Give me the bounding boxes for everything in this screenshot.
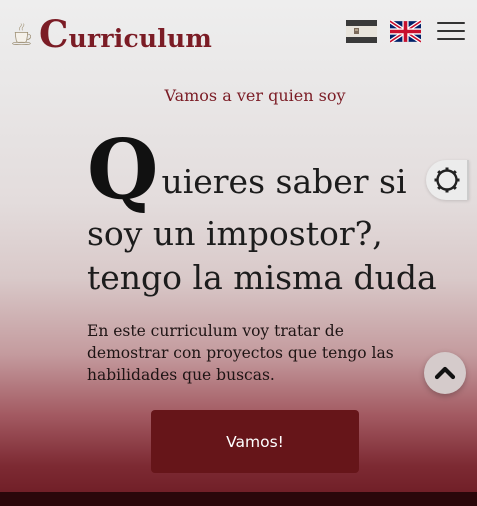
logo-initial: C [39, 12, 69, 56]
spanish-flag-icon[interactable] [346, 20, 377, 43]
hero-dropcap: Q [87, 122, 159, 218]
logo-text: Curriculum [39, 12, 212, 56]
hamburger-menu-icon[interactable] [437, 20, 465, 42]
footer-bar [0, 492, 477, 506]
vamos-button[interactable]: Vamos! [151, 410, 359, 473]
gear-icon [434, 167, 459, 193]
chevron-up-icon [434, 366, 456, 380]
logo-word: urriculum [68, 24, 212, 53]
site-header: Curriculum [0, 0, 477, 66]
hero-heading-line-2: soy un impostor?, [87, 214, 383, 253]
hero-heading-line-3: tengo la misma duda [87, 258, 437, 297]
hero-heading: Q uieres saber si soy un impostor?, teng… [87, 122, 437, 300]
hero-description: En este curriculum voy tratar de demostr… [87, 322, 394, 384]
hero-subtitle: Vamos a ver quien soy [164, 86, 346, 105]
settings-button[interactable] [426, 160, 469, 200]
site-logo[interactable]: Curriculum [12, 12, 212, 56]
uk-flag-icon[interactable] [390, 20, 421, 43]
scroll-to-top-button[interactable] [424, 352, 466, 394]
coffee-cup-icon [12, 23, 31, 46]
